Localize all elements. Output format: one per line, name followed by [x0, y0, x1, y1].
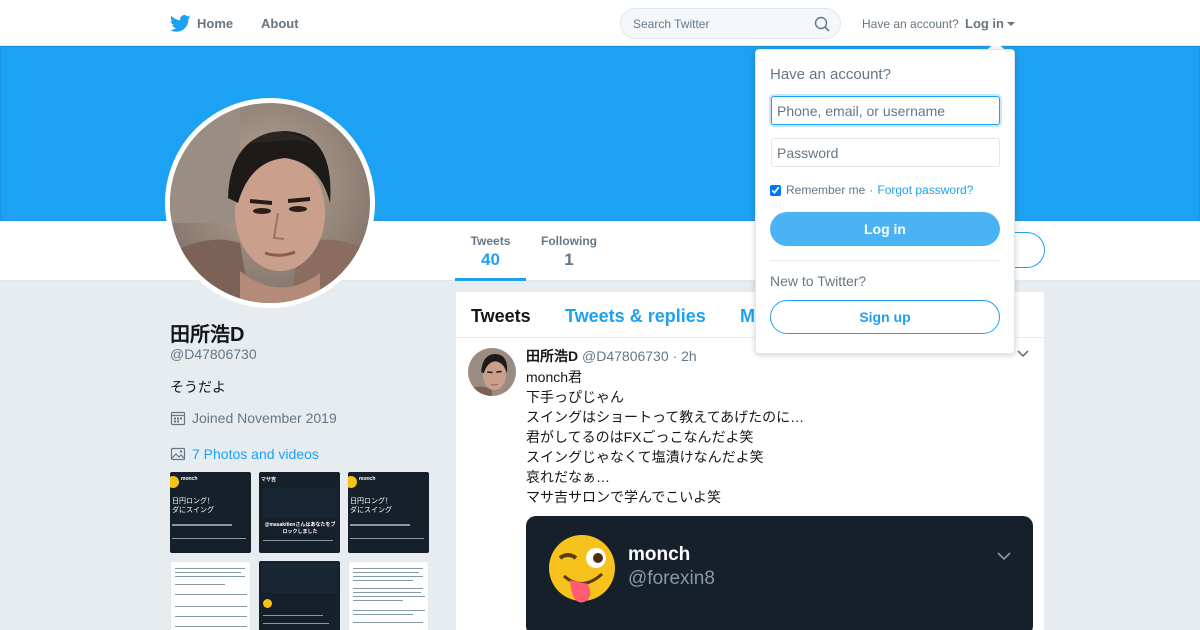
photo-thumbnail[interactable]	[259, 561, 340, 630]
nav-home-label: Home	[197, 16, 234, 31]
emoji-icon	[348, 476, 357, 488]
login-toggle-label: Log in	[965, 16, 1004, 31]
stat-following-value: 1	[564, 250, 574, 269]
photo-thumbnail[interactable]	[170, 561, 251, 630]
thumbnail-text: ダにスイング	[172, 507, 214, 514]
thumbnail-name: monch	[359, 476, 376, 482]
remember-me-label[interactable]: Remember me	[786, 183, 865, 197]
stat-tweets-label: Tweets	[470, 234, 511, 248]
stat-tweets-value: 40	[481, 250, 500, 269]
tab-media[interactable]: M	[740, 306, 755, 327]
winking-tongue-emoji-icon	[549, 535, 615, 603]
tweet-text-line: monch君	[526, 369, 583, 385]
login-dropdown-toggle[interactable]: Log in	[965, 16, 1015, 31]
profile-joined-text: Joined November 2019	[192, 410, 337, 426]
tweet-text-line: スイングはショートって教えてあげたのに…	[526, 409, 805, 425]
emoji-icon	[170, 476, 179, 488]
stat-following[interactable]: Following 1	[537, 221, 601, 281]
login-dropdown-title: Have an account?	[770, 66, 891, 83]
tweet-text-line: スイングじゃなくて塩漬けなんだよ笑	[526, 449, 764, 465]
stat-tweets[interactable]: Tweets 40	[455, 221, 526, 281]
divider	[770, 260, 1000, 261]
tweet-avatar[interactable]	[468, 348, 516, 396]
top-navigation-bar: Home About Have an account? Log in	[0, 0, 1200, 46]
stat-following-label: Following	[541, 234, 597, 248]
nav-about-link[interactable]: About	[261, 16, 299, 31]
tweet-text: monch君 下手っぴじゃん スイングはショートって教えてあげたのに… 君がして…	[526, 367, 804, 507]
forgot-password-link[interactable]: Forgot password?	[877, 183, 973, 197]
calendar-icon	[170, 411, 186, 426]
chevron-down-icon[interactable]	[1017, 350, 1029, 358]
login-dropdown: Have an account? Remember me · Forgot pa…	[755, 49, 1015, 354]
embedded-account-name: monch	[628, 544, 691, 565]
signup-button[interactable]: Sign up	[770, 300, 1000, 334]
twitter-bird-icon	[170, 15, 191, 32]
remember-row: Remember me · Forgot password?	[770, 183, 973, 197]
separator-dot: ·	[869, 183, 874, 197]
chevron-down-icon	[997, 552, 1011, 561]
thumbnail-name: monch	[181, 476, 198, 482]
embedded-account-handle: @forexin8	[628, 568, 715, 589]
avatar-photo	[170, 103, 370, 303]
thumbnail-name: マサ吉	[261, 477, 277, 483]
image-icon	[170, 447, 186, 461]
tweet-author-handle[interactable]: @D47806730	[582, 348, 669, 364]
tweet-text-line: マサ吉サロンで学んでこいよ笑	[526, 489, 722, 505]
photo-thumbnail[interactable]: マサ吉 @masakitienさんはあなたをブロックしました	[259, 472, 340, 553]
tweet-media-image[interactable]: monch @forexin8	[526, 516, 1033, 630]
login-button[interactable]: Log in	[770, 212, 1000, 246]
profile-avatar[interactable]	[165, 98, 375, 308]
tweet-timestamp[interactable]: 2h	[681, 348, 697, 364]
have-account-text: Have an account?	[862, 17, 959, 31]
photo-thumbnail[interactable]: monch 日円ロング！ ダにスイング	[348, 472, 429, 553]
photos-videos-link[interactable]: 7 Photos and videos	[170, 446, 319, 462]
new-to-twitter-text: New to Twitter?	[770, 273, 867, 289]
search-box	[620, 8, 841, 39]
search-icon[interactable]	[814, 16, 830, 32]
profile-joined: Joined November 2019	[170, 410, 337, 426]
photo-thumbnail[interactable]: monch 日円ロング！ ダにスイング	[170, 472, 251, 553]
tweet-separator: ·	[672, 348, 678, 364]
tweet-text-line: 君がしてるのはFXごっこなんだよ笑	[526, 429, 754, 445]
tweet-header: 田所浩D @D47806730 · 2h	[526, 346, 697, 366]
profile-bio: そうだよ	[170, 379, 226, 395]
tweet-text-line: 哀れだなぁ…	[526, 469, 610, 485]
tweet-item[interactable]: 田所浩D @D47806730 · 2h monch君 下手っぴじゃん スイング…	[456, 338, 1044, 630]
password-field[interactable]	[771, 138, 1000, 167]
tab-tweets[interactable]: Tweets	[471, 306, 531, 327]
thumbnail-text: @masakitienさんはあなたをブロックしました	[264, 522, 336, 535]
profile-handle: @D47806730	[170, 346, 257, 362]
username-field[interactable]	[771, 96, 1000, 125]
tweet-author-name[interactable]: 田所浩D	[526, 348, 578, 364]
nav-home-link[interactable]: Home	[170, 13, 233, 34]
profile-name: 田所浩D	[170, 324, 245, 346]
chevron-down-icon	[1007, 21, 1015, 26]
photos-videos-label: 7 Photos and videos	[192, 446, 319, 462]
search-input[interactable]	[633, 9, 813, 38]
tweet-text-line: 下手っぴじゃん	[526, 389, 624, 405]
tab-tweets-replies[interactable]: Tweets & replies	[565, 306, 706, 327]
remember-me-checkbox[interactable]	[770, 184, 781, 196]
photo-thumbnail-grid: monch 日円ロング！ ダにスイング マサ吉 @masakitienさんはあな…	[170, 472, 430, 630]
photo-thumbnail[interactable]	[348, 561, 429, 630]
thumbnail-text: ダにスイング	[350, 507, 392, 514]
